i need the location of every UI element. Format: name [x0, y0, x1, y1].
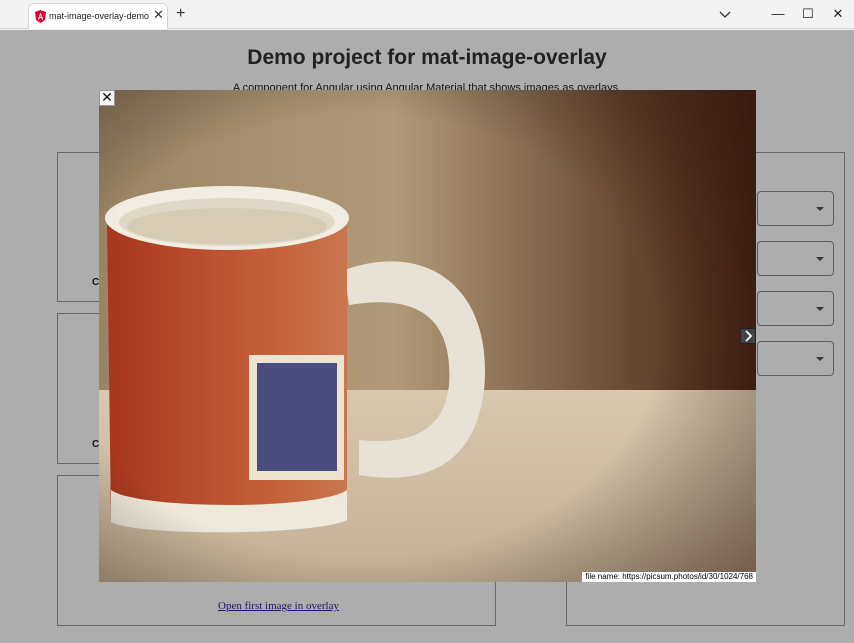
- window-close-button[interactable]: ✕: [828, 4, 848, 24]
- angular-icon: [35, 10, 46, 23]
- chevron-right-icon: [745, 330, 753, 342]
- tab-close-icon[interactable]: ✕: [153, 8, 164, 22]
- minimize-button[interactable]: —: [768, 4, 788, 24]
- image-caption: file name: https://picsum.photos/id/30/1…: [582, 572, 756, 582]
- maximize-button[interactable]: ☐: [798, 4, 818, 24]
- browser-tab[interactable]: mat-image-overlay-demo ✕: [28, 3, 168, 29]
- tab-search-chevron-icon[interactable]: [716, 5, 734, 23]
- new-tab-button[interactable]: +: [176, 5, 185, 23]
- browser-titlebar: mat-image-overlay-demo ✕ + — ☐ ✕: [0, 0, 854, 29]
- overlay-image: [99, 90, 756, 582]
- overlay-close-button[interactable]: ✕: [99, 90, 115, 106]
- tab-title: mat-image-overlay-demo: [49, 11, 150, 21]
- overlay-next-button[interactable]: [740, 328, 756, 344]
